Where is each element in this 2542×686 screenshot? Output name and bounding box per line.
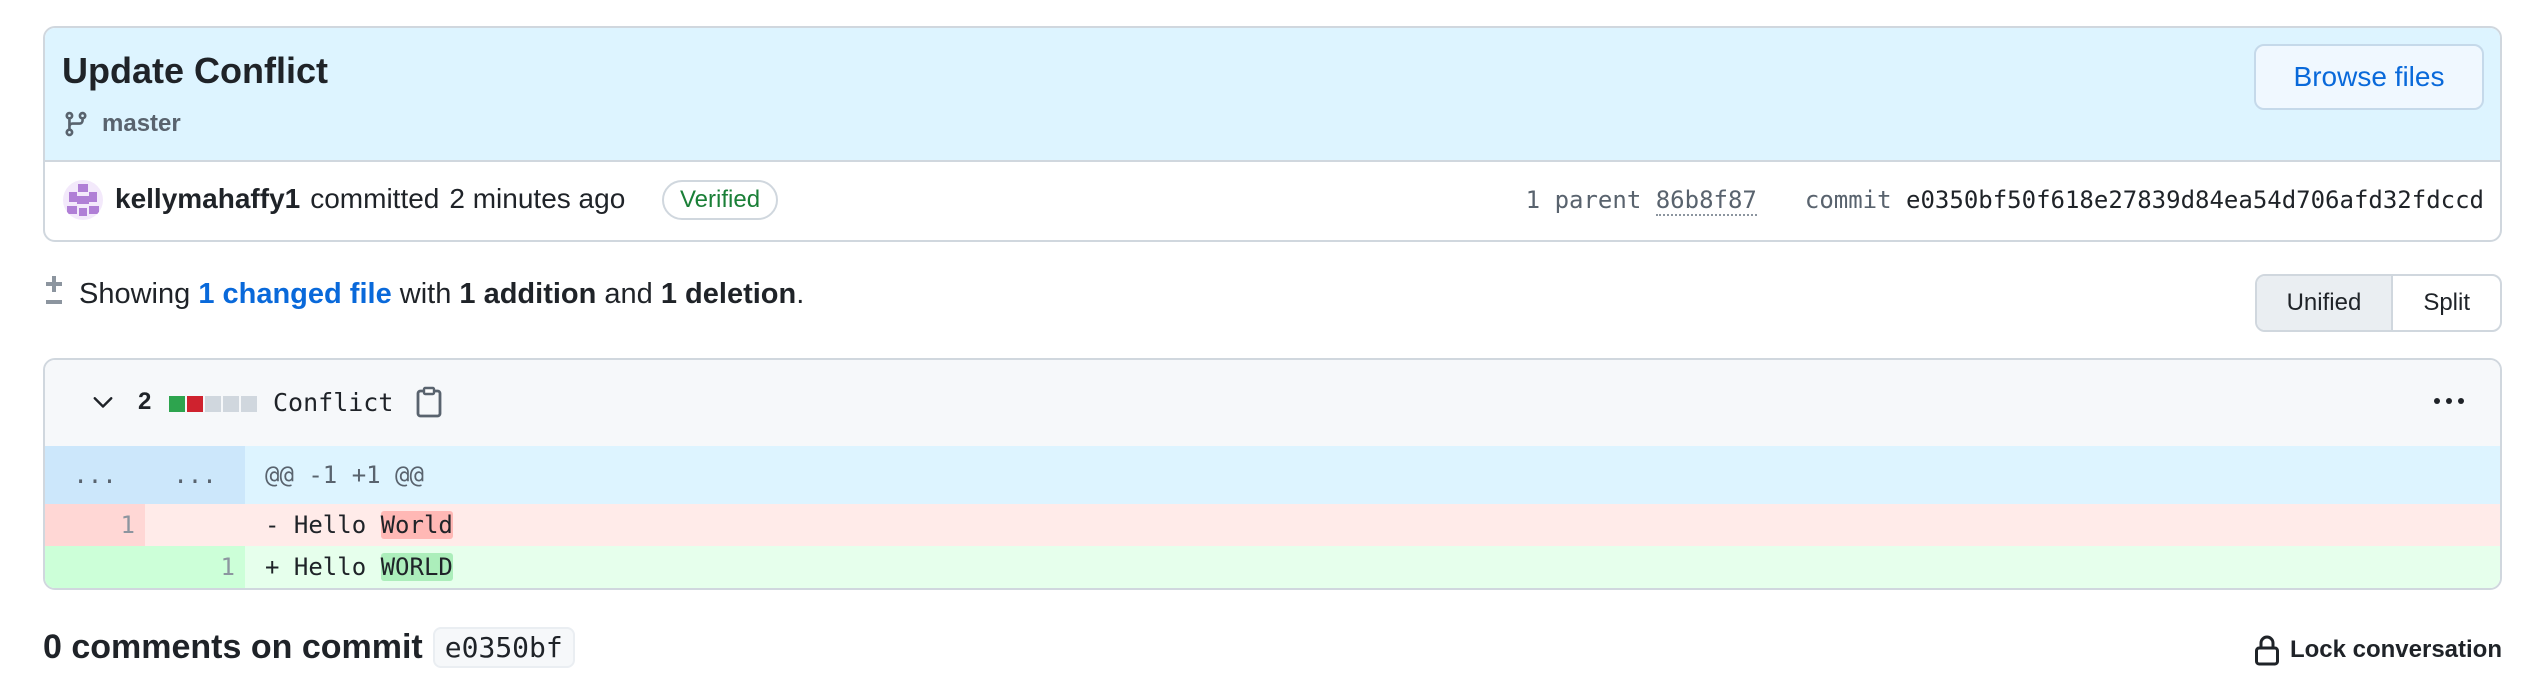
- changed-files-link[interactable]: 1 changed file: [198, 278, 391, 310]
- hunk-header-row: ... ... @@ -1 +1 @@: [45, 446, 2500, 504]
- hunk-header: @@ -1 +1 @@: [265, 461, 424, 489]
- copy-icon[interactable]: [416, 386, 442, 418]
- author-name[interactable]: kellymahaffy1: [115, 183, 300, 215]
- branch-info: master: [62, 108, 181, 140]
- diff-line-addition: 1 + Hello WORLD: [45, 546, 2500, 588]
- dot: [2458, 398, 2464, 404]
- dot: [2434, 398, 2440, 404]
- diff-code: + Hello WORLD: [245, 546, 2500, 588]
- diffstat: [169, 396, 257, 412]
- summary-text: Showing 1 changed file with 1 addition a…: [79, 278, 804, 311]
- commit-meta-row: kellymahaffy1 committed 2 minutes ago Ve…: [45, 160, 2500, 240]
- diff-text: Hello: [279, 553, 381, 581]
- diffstat-block: [169, 396, 185, 412]
- commit-title: Update Conflict: [62, 50, 328, 91]
- lock-conversation-button[interactable]: Lock conversation: [2254, 634, 2502, 666]
- branch-name[interactable]: master: [102, 110, 181, 138]
- expand-new-ln[interactable]: ...: [145, 446, 245, 504]
- lock-conversation-label: Lock conversation: [2289, 636, 2502, 663]
- parent-sha-link[interactable]: 86b8f87: [1655, 186, 1757, 216]
- diff-icon: [46, 276, 62, 304]
- chevron-down-icon[interactable]: [91, 390, 115, 414]
- diff-code: - Hello World: [245, 504, 2500, 546]
- diff-line-deletion: 1 - Hello World: [45, 504, 2500, 546]
- diff-view-toggle: Unified Split: [2254, 274, 2502, 332]
- identicon-icon: [67, 184, 99, 216]
- new-line-number: [145, 504, 245, 546]
- diff-sign: -: [265, 511, 280, 539]
- commit-sha: e0350bf50f618e27839d84ea54d706afd32fdccd: [1906, 186, 2484, 214]
- summary-with: with: [399, 277, 452, 310]
- diffstat-block: [205, 396, 221, 412]
- commit-group: commit e0350bf50f618e27839d84ea54d706afd…: [1805, 186, 2484, 214]
- verified-badge[interactable]: Verified: [662, 180, 779, 220]
- commit-sha-pill: e0350bf: [432, 627, 575, 668]
- avatar[interactable]: [63, 180, 103, 220]
- diffstat-block: [223, 396, 239, 412]
- diff-table: ... ... @@ -1 +1 @@ 1 - Hello World 1 + …: [45, 446, 2500, 588]
- commit-action: committed: [310, 183, 440, 214]
- diff-highlight: WORLD: [380, 553, 453, 581]
- summary-and: and: [604, 277, 653, 310]
- dot: [2446, 398, 2452, 404]
- diffstat-block: [241, 396, 257, 412]
- file-header: 2 Conflict: [45, 360, 2500, 448]
- comments-count: 0 comments on commit: [43, 628, 423, 666]
- split-view-button[interactable]: Split: [2393, 276, 2500, 330]
- commit-header: Update Conflict master Browse files kell…: [43, 26, 2502, 242]
- commit-time[interactable]: 2 minutes ago: [449, 183, 625, 215]
- summary-period: .: [796, 277, 805, 310]
- deletions-count: 1 deletion: [660, 277, 797, 310]
- commit-label: commit: [1804, 186, 1892, 214]
- git-branch-icon: [65, 111, 87, 137]
- file-diff: 2 Conflict ... ... @@ -1 +1 @@ 1 - Hello…: [43, 358, 2502, 590]
- diff-text: Hello: [279, 511, 381, 539]
- comments-heading: 0 comments on commit e0350bf: [43, 627, 575, 668]
- parent-group: 1 parent 86b8f87: [1525, 186, 1757, 216]
- browse-files-button[interactable]: Browse files: [2254, 44, 2484, 110]
- diff-highlight: World: [380, 511, 453, 539]
- diff-summary: Showing 1 changed file with 1 addition a…: [43, 276, 804, 312]
- parent-label: 1 parent: [1525, 186, 1642, 214]
- old-line-number: [45, 546, 145, 588]
- diff-sign: +: [265, 553, 280, 581]
- commit-title-area: Update Conflict master Browse files: [45, 28, 2500, 162]
- additions-count: 1 addition: [459, 277, 597, 310]
- file-name-link[interactable]: Conflict: [273, 388, 393, 417]
- unified-view-button[interactable]: Unified: [2256, 276, 2394, 330]
- file-change-count: 2: [138, 388, 152, 415]
- expand-old-ln[interactable]: ...: [45, 446, 145, 504]
- new-line-number[interactable]: 1: [145, 546, 245, 588]
- lock-icon: [2254, 635, 2279, 666]
- summary-prefix: Showing: [79, 277, 191, 310]
- old-line-number[interactable]: 1: [45, 504, 145, 546]
- diffstat-block: [187, 396, 203, 412]
- more-options-icon[interactable]: [2434, 398, 2464, 404]
- commit-author-line: kellymahaffy1 committed 2 minutes ago: [115, 183, 625, 215]
- commit-parent-info: 1 parent 86b8f87 commit e0350bf50f618e27…: [1525, 186, 2484, 216]
